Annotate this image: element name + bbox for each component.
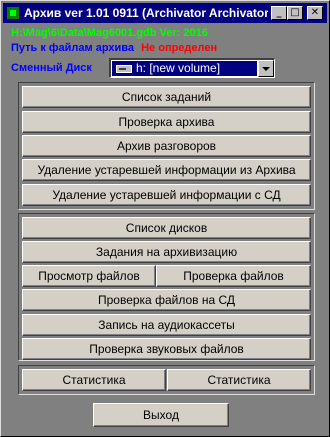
check-files-cd-button[interactable]: Проверка файлов на СД: [22, 289, 311, 311]
drive-icon: [116, 64, 132, 73]
record-tape-button[interactable]: Запись на аудиокассеты: [22, 314, 311, 336]
title-bar[interactable]: Архив ver 1.01 0911 (Archivator Archivat…: [3, 3, 327, 23]
maximize-button[interactable]: □: [287, 6, 303, 20]
window-title: Архив ver 1.01 0911 (Archivator Archivat…: [24, 6, 268, 20]
removable-disk-select[interactable]: h: [new volume]: [109, 58, 275, 78]
check-archive-button[interactable]: Проверка архива: [22, 111, 311, 133]
archive-window: Архив ver 1.01 0911 (Archivator Archivat…: [0, 0, 330, 437]
archive-tasks-button[interactable]: Задания на архивизацию: [22, 241, 311, 263]
delete-old-cd-button[interactable]: Удаление устаревшей информации с СД: [22, 184, 311, 206]
disk-list-button[interactable]: Список дисков: [22, 217, 311, 239]
archive-path-value: Не определен: [141, 42, 218, 54]
statistics-button-right[interactable]: Статистика: [167, 369, 311, 391]
archive-path-row: Путь к файлам архива Не определен: [11, 42, 217, 54]
minimize-button[interactable]: _: [271, 6, 287, 20]
database-path: H:\Mag\6\Data\Mag6001.gdb Ver: 2016: [11, 27, 208, 39]
removable-disk-value: h: [new volume]: [136, 61, 221, 75]
close-button[interactable]: ✕: [307, 6, 323, 20]
check-files-button[interactable]: Проверка файлов: [156, 265, 311, 287]
dropdown-button[interactable]: [258, 60, 274, 77]
call-archive-button[interactable]: Архив разговоров: [22, 135, 311, 157]
task-list-button[interactable]: Список заданий: [22, 86, 311, 108]
delete-old-archive-button[interactable]: Удаление устаревшей информации из Архива: [22, 159, 311, 181]
chevron-down-icon: [262, 67, 270, 71]
archive-path-label: Путь к файлам архива: [11, 42, 135, 54]
check-sound-files-button[interactable]: Проверка звуковых файлов: [22, 338, 311, 360]
view-files-button[interactable]: Просмотр файлов: [22, 265, 156, 287]
exit-button[interactable]: Выход: [93, 403, 229, 427]
statistics-button-left[interactable]: Статистика: [22, 369, 166, 391]
removable-disk-label: Сменный Диск: [11, 62, 92, 74]
app-icon: [7, 7, 19, 19]
